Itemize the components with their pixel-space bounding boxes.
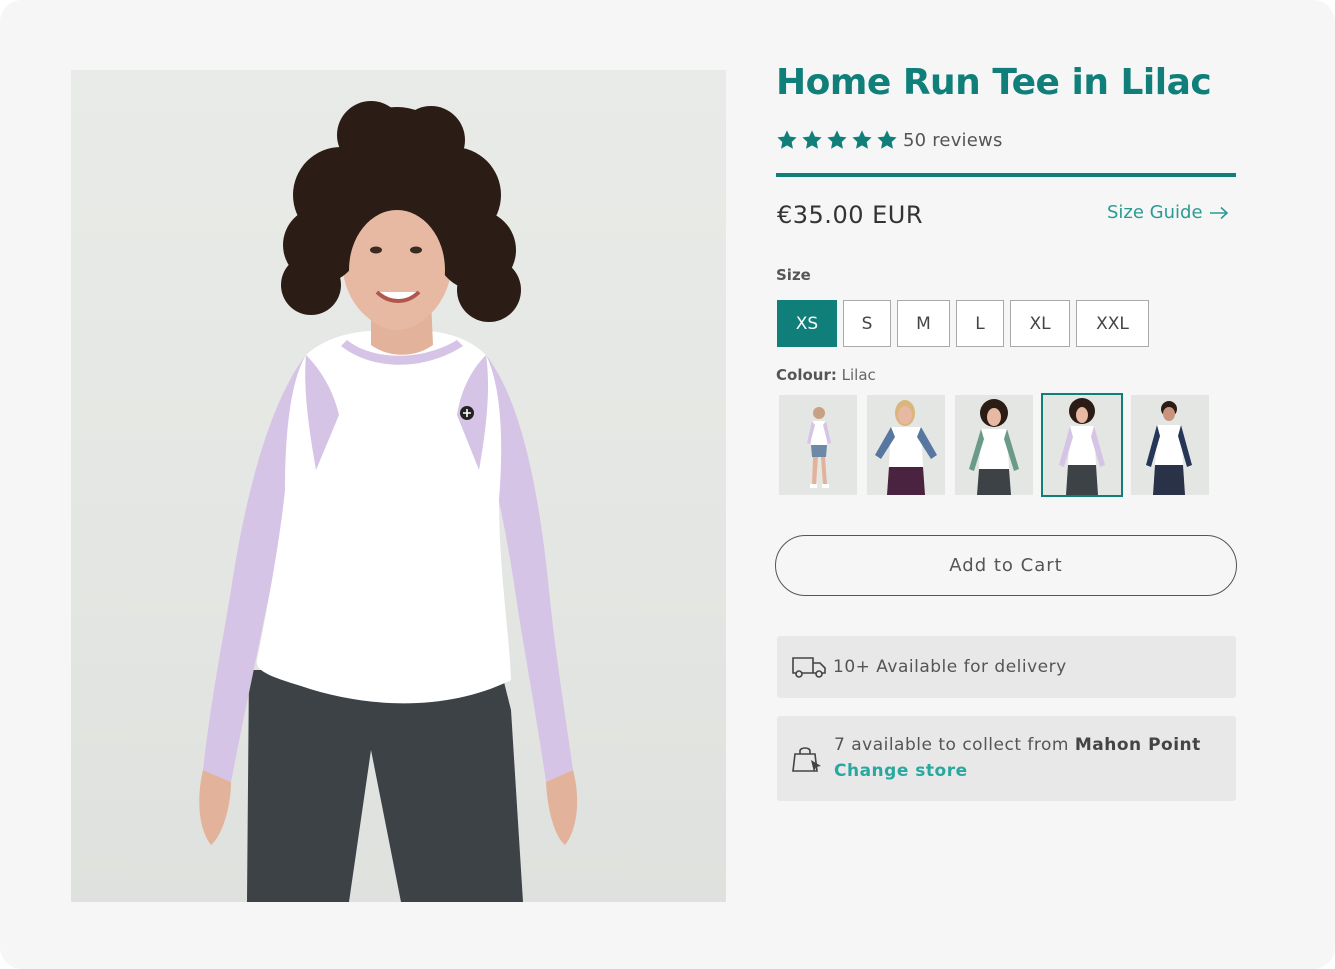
truck-icon [792, 657, 826, 678]
colour-value: Lilac [841, 366, 876, 384]
size-guide-label: Size Guide [1107, 202, 1203, 223]
delivery-text: 10+ Available for delivery [833, 657, 1067, 677]
colour-swatch-lilac[interactable] [1041, 393, 1123, 497]
add-to-cart-button[interactable]: Add to Cart [775, 535, 1237, 596]
product-image[interactable] [71, 70, 726, 902]
size-label: Size [776, 266, 811, 284]
size-option-xl[interactable]: XL [1010, 300, 1070, 347]
colour-swatch-lilac-shorts[interactable] [777, 393, 859, 497]
collect-availability: 7 available to collect from Mahon Point … [777, 716, 1236, 801]
swatch-thumbnail [1131, 395, 1209, 495]
swatch-thumbnail [779, 395, 857, 495]
star-icon [827, 130, 847, 149]
star-icon [802, 130, 822, 149]
colour-label: Colour: Lilac [776, 366, 876, 384]
shopping-bag-icon [792, 747, 821, 772]
product-price: €35.00 EUR [777, 201, 924, 229]
change-store-link[interactable]: Change store [834, 761, 968, 781]
colour-swatch-blue[interactable] [865, 393, 947, 497]
star-icon [877, 130, 897, 149]
colour-swatch-navy[interactable] [1129, 393, 1211, 497]
size-selector: XS S M L XL XXL [777, 300, 1149, 347]
size-option-m[interactable]: M [897, 300, 950, 347]
collect-prefix: 7 available to collect from [834, 735, 1069, 755]
product-title: Home Run Tee in Lilac [776, 62, 1212, 103]
colour-swatches [777, 393, 1211, 497]
star-rating [776, 129, 898, 151]
size-option-l[interactable]: L [956, 300, 1004, 347]
swatch-thumbnail [955, 395, 1033, 495]
arrow-right-icon [1209, 206, 1228, 219]
swatch-thumbnail [1043, 395, 1121, 495]
reviews-link[interactable]: 50 reviews [903, 130, 1003, 151]
size-option-xxl[interactable]: XXL [1076, 300, 1149, 347]
rating[interactable]: 50 reviews [776, 128, 1003, 152]
collect-text: 7 available to collect from Mahon Point [834, 735, 1201, 755]
size-option-xs[interactable]: XS [777, 300, 837, 347]
size-guide-link[interactable]: Size Guide [1107, 202, 1229, 223]
title-divider [776, 173, 1236, 177]
star-icon [852, 130, 872, 149]
model-illustration [199, 101, 578, 902]
collect-store-name: Mahon Point [1074, 735, 1201, 755]
star-icon [777, 130, 797, 149]
swatch-thumbnail [867, 395, 945, 495]
delivery-availability: 10+ Available for delivery [777, 636, 1236, 698]
colour-label-key: Colour: [776, 366, 837, 384]
colour-swatch-green[interactable] [953, 393, 1035, 497]
page-frame: Home Run Tee in Lilac 50 reviews €35.00 … [0, 0, 1335, 969]
size-option-s[interactable]: S [843, 300, 891, 347]
